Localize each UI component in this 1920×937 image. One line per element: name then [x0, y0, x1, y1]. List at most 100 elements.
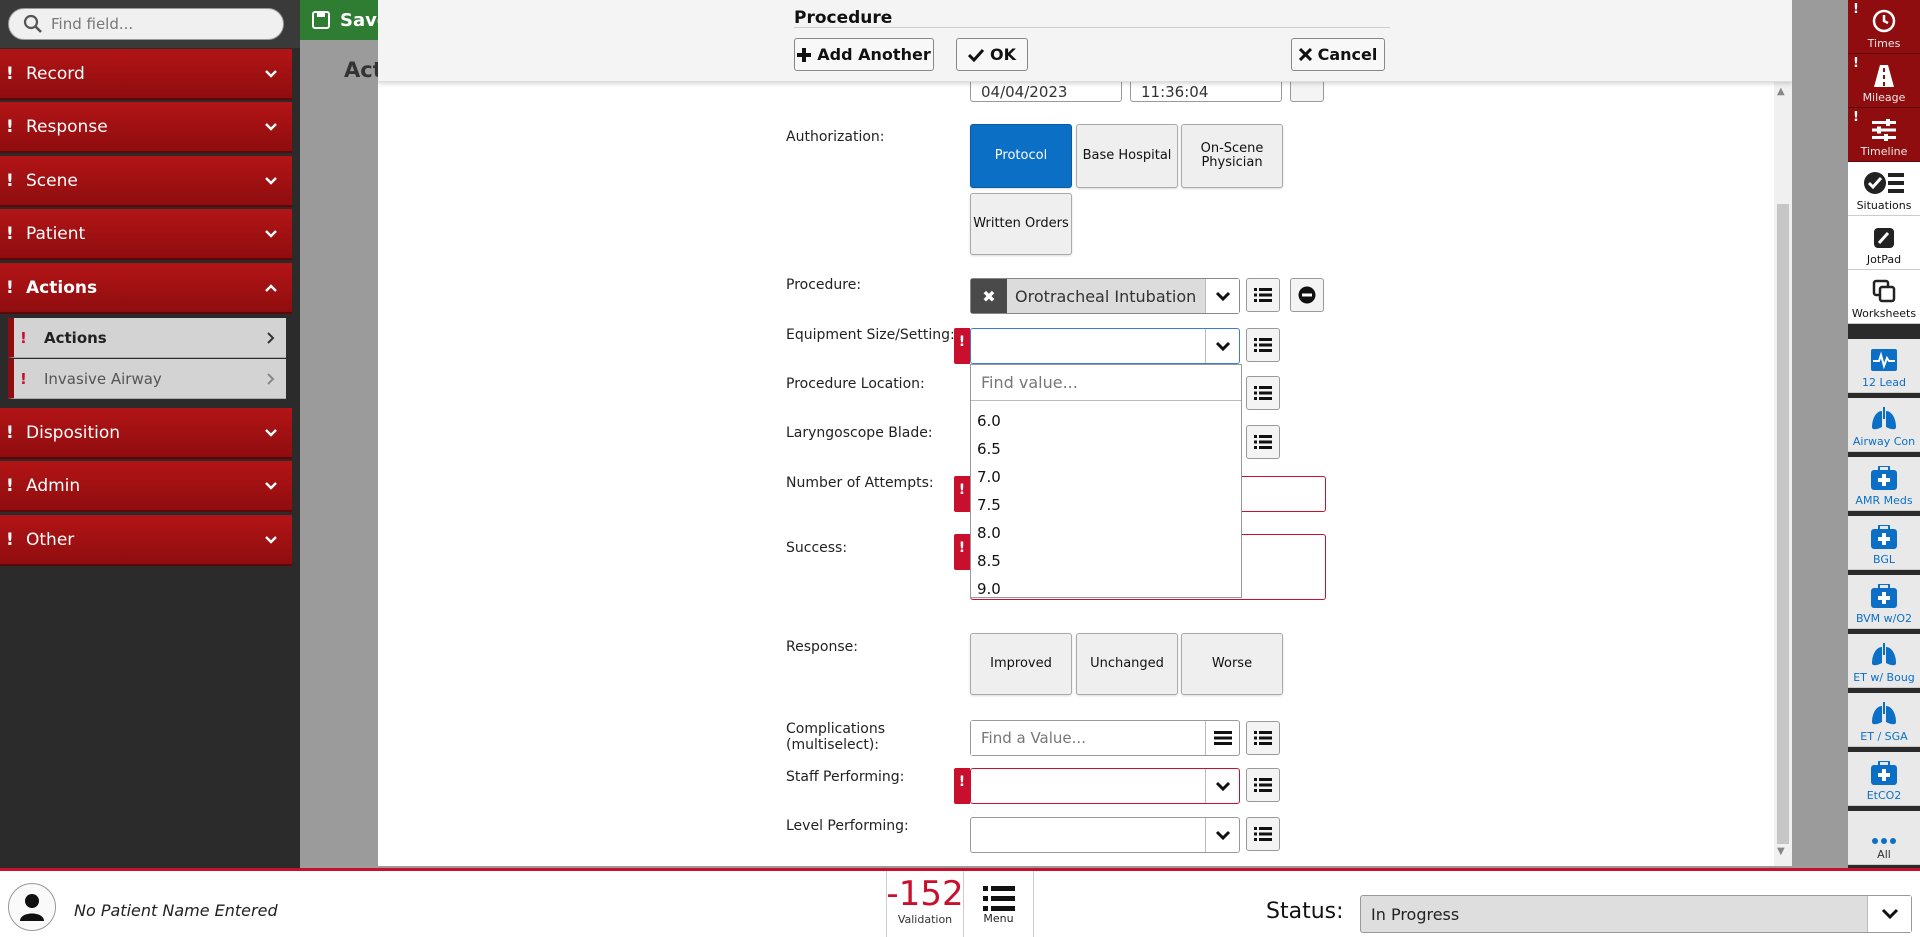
- rail-item-all[interactable]: All: [1848, 811, 1920, 865]
- list-button[interactable]: [1246, 768, 1280, 802]
- rail-item-worksheets[interactable]: Worksheets: [1848, 270, 1920, 324]
- authorization-option-base-hospital[interactable]: Base Hospital: [1076, 124, 1178, 188]
- chevron-down-icon[interactable]: [1205, 769, 1239, 803]
- dropdown-search[interactable]: [971, 365, 1241, 401]
- dropdown-option[interactable]: 6.0: [971, 407, 1241, 435]
- menu-button[interactable]: Menu: [964, 871, 1034, 937]
- hamburger-icon[interactable]: [1205, 721, 1239, 755]
- list-button[interactable]: [1246, 328, 1280, 362]
- level-select[interactable]: [970, 817, 1240, 853]
- complications-input[interactable]: [971, 721, 1205, 755]
- staff-select[interactable]: [970, 768, 1240, 804]
- status-select[interactable]: In Progress: [1360, 895, 1912, 933]
- list-icon: [1254, 288, 1272, 302]
- remove-button[interactable]: [1290, 278, 1324, 312]
- rail-item-bgl[interactable]: BGL: [1848, 516, 1920, 570]
- ok-button[interactable]: OK: [956, 38, 1028, 71]
- search-box[interactable]: [8, 8, 284, 40]
- status-value: In Progress: [1371, 905, 1460, 924]
- rail-item-mileage[interactable]: ! Mileage: [1848, 54, 1920, 108]
- dropdown-search-input[interactable]: [971, 365, 1241, 400]
- scroll-down-icon[interactable]: ▼: [1777, 846, 1785, 857]
- search-icon: [23, 14, 42, 33]
- rail-item-situations[interactable]: Situations: [1848, 162, 1920, 216]
- response-option-worse[interactable]: Worse: [1181, 633, 1283, 695]
- sidebar-item-scene[interactable]: ! Scene: [0, 156, 292, 207]
- cancel-button[interactable]: Cancel: [1291, 38, 1385, 71]
- check-list-icon: [1864, 172, 1904, 194]
- rail-item-times[interactable]: ! Times: [1848, 0, 1920, 54]
- authorization-option-written-orders[interactable]: Written Orders: [970, 193, 1072, 255]
- rail-item-amr-meds[interactable]: AMR Meds: [1848, 457, 1920, 511]
- rail-item-et-sga[interactable]: ET / SGA: [1848, 693, 1920, 747]
- chevron-down-icon[interactable]: [1205, 329, 1239, 363]
- sidebar-item-response[interactable]: ! Response: [0, 102, 292, 153]
- add-another-button[interactable]: Add Another: [794, 38, 934, 71]
- sidebar-item-label: Patient: [26, 223, 86, 244]
- chevron-down-icon[interactable]: [1205, 279, 1239, 313]
- complications-label: Complications (multiselect):: [786, 721, 885, 753]
- page-title: Act: [344, 58, 383, 82]
- dropdown-option[interactable]: 6.5: [971, 435, 1241, 463]
- response-option-unchanged[interactable]: Unchanged: [1076, 633, 1178, 695]
- validation-label: Validation: [897, 913, 953, 926]
- sidebar-item-record[interactable]: ! Record: [0, 49, 292, 100]
- dropdown-option[interactable]: 9.0: [971, 575, 1241, 603]
- warning-icon: !: [6, 170, 14, 191]
- authorization-option-on-scene-physician[interactable]: On-Scene Physician: [1181, 124, 1283, 188]
- chevron-down-icon[interactable]: [1867, 896, 1911, 932]
- validation-button[interactable]: -152 Validation: [886, 871, 964, 937]
- rail-item-label: Airway Con: [1852, 435, 1916, 448]
- response-option-improved[interactable]: Improved: [970, 633, 1072, 695]
- procedure-select[interactable]: ✖ Orotracheal Intubation: [970, 278, 1240, 314]
- sidebar-subitem-actions[interactable]: ! Actions: [8, 318, 286, 358]
- list-button[interactable]: [1246, 425, 1280, 459]
- rail-item-bvm-w-o2[interactable]: BVM w/O2: [1848, 575, 1920, 629]
- sidebar-item-label: Other: [26, 529, 75, 550]
- list-button[interactable]: [1246, 817, 1280, 851]
- rail-item-etco2[interactable]: EtCO2: [1848, 752, 1920, 806]
- warning-icon: !: [1853, 2, 1859, 17]
- procedure-label: Procedure:: [786, 277, 862, 293]
- rail-item-et-w-boug[interactable]: ET w/ Boug: [1848, 634, 1920, 688]
- dropdown-option[interactable]: 7.5: [971, 491, 1241, 519]
- list-button[interactable]: [1246, 376, 1280, 410]
- rail-item-jotpad[interactable]: JotPad: [1848, 216, 1920, 270]
- equipment-select[interactable]: [970, 328, 1240, 364]
- dropdown-option[interactable]: 8.0: [971, 519, 1241, 547]
- modal-title: Procedure: [794, 8, 893, 28]
- chevron-down-icon[interactable]: [1205, 818, 1239, 852]
- sidebar-item-other[interactable]: ! Other: [0, 515, 292, 566]
- dropdown-option[interactable]: 7.0: [971, 463, 1241, 491]
- rail-item-timeline[interactable]: ! Timeline: [1848, 108, 1920, 162]
- chevron-down-icon: [265, 122, 277, 131]
- scrollbar-thumb[interactable]: [1777, 204, 1789, 844]
- avatar[interactable]: [8, 883, 56, 931]
- required-flag: !: [954, 476, 970, 512]
- rail-item-label: 12 Lead: [1862, 376, 1906, 389]
- authorization-option-protocol[interactable]: Protocol: [970, 124, 1072, 188]
- dropdown-option[interactable]: 8.5: [971, 547, 1241, 575]
- medkit-icon: [1871, 761, 1897, 785]
- sidebar-item-admin[interactable]: ! Admin: [0, 461, 292, 512]
- sliders-icon: [1872, 119, 1896, 141]
- sidebar-subitem-invasive-airway[interactable]: ! Invasive Airway: [8, 359, 286, 399]
- list-icon: [1254, 778, 1272, 792]
- list-button[interactable]: [1246, 278, 1280, 312]
- authorization-label: Authorization:: [786, 129, 885, 145]
- sidebar-item-patient[interactable]: ! Patient: [0, 209, 292, 260]
- sidebar-item-actions[interactable]: ! Actions: [0, 263, 292, 314]
- rail-item-label: Situations: [1856, 199, 1912, 212]
- sidebar-item-disposition[interactable]: ! Disposition: [0, 408, 292, 459]
- save-button[interactable]: Save: [300, 0, 390, 40]
- rail-item-airway-con[interactable]: Airway Con: [1848, 398, 1920, 452]
- search-input[interactable]: [51, 15, 271, 33]
- clear-icon[interactable]: ✖: [971, 279, 1007, 313]
- required-flag: !: [954, 534, 970, 570]
- rail-item-12-lead[interactable]: 12 Lead: [1848, 339, 1920, 393]
- complications-multiselect[interactable]: [970, 720, 1240, 756]
- scroll-up-icon[interactable]: ▲: [1777, 86, 1785, 97]
- list-button[interactable]: [1246, 721, 1280, 755]
- list-icon: [1254, 435, 1272, 449]
- warning-icon: !: [1853, 110, 1859, 125]
